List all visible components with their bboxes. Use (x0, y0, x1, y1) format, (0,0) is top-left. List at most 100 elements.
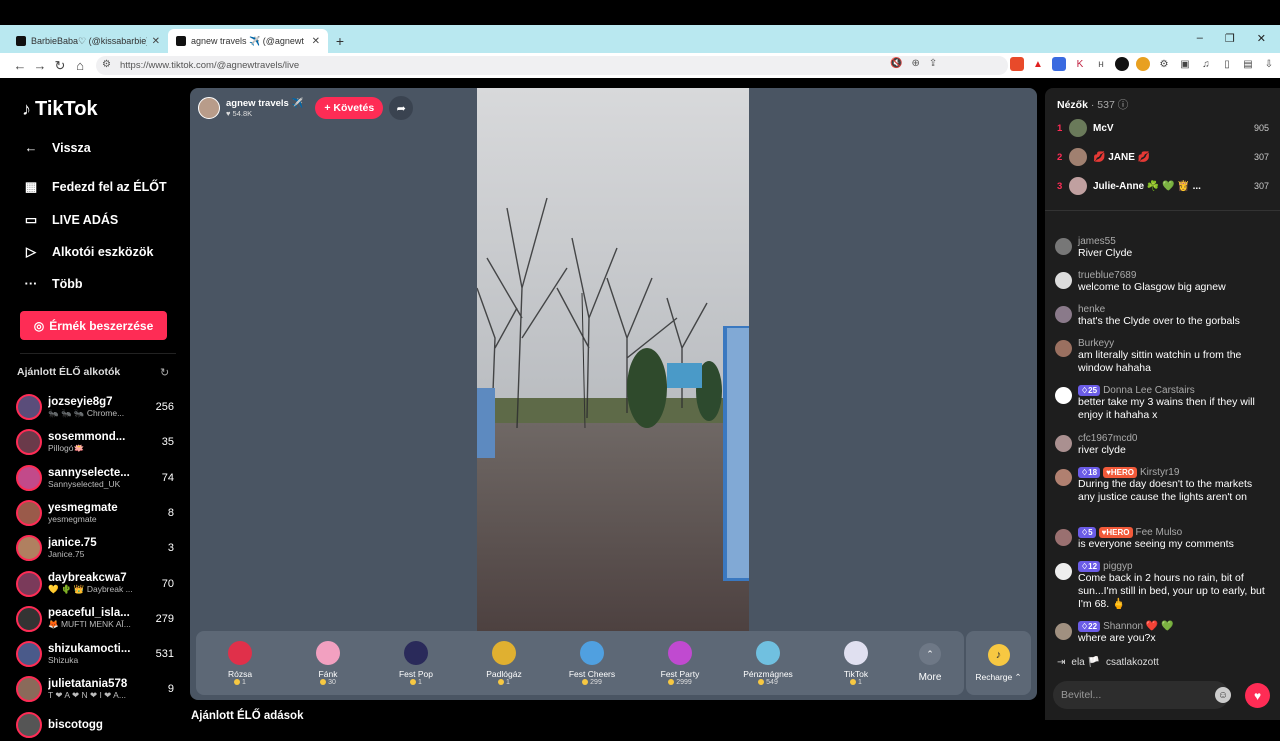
live-video[interactable] (477, 88, 749, 631)
recommended-creator[interactable]: jozseyie8g7 🐜 🐜 🐜 Chrome... 256 (16, 391, 174, 423)
chat-comment[interactable]: ♢ 22 Shannon ❤️ 💚 where are you?x (1055, 621, 1271, 645)
wallet-icon[interactable]: ▤ (1241, 57, 1255, 71)
brave-shield-icon[interactable] (1010, 57, 1024, 71)
gift-item[interactable]: Pénzmágnes 549 (724, 640, 812, 686)
recommended-creator[interactable]: shizukamocti... Shizuka 531 (16, 638, 174, 670)
commenter-name[interactable]: henke (1078, 304, 1105, 315)
gift-item[interactable]: Rózsa 1 (196, 640, 284, 686)
top-viewer[interactable]: 3 Julie-Anne ☘️ 💚 👸 ... 307 (1057, 175, 1269, 197)
commenter-name[interactable]: cfc1967mcd0 (1078, 433, 1137, 444)
share-icon[interactable]: ➦ (389, 96, 414, 120)
extension-dark-icon[interactable] (1115, 57, 1129, 71)
recommended-creator[interactable]: julietatania578 T ❤ A ❤ N ❤ I ❤ A... 9 (16, 673, 174, 705)
host-name[interactable]: agnew travels ✈️ (226, 98, 303, 109)
commenter-name[interactable]: james55 (1078, 236, 1116, 247)
minimize-icon[interactable]: – (1197, 32, 1203, 44)
gift-item[interactable]: Fest Pop 1 (372, 640, 460, 686)
host-avatar[interactable] (198, 97, 220, 119)
comment-body: james55 River Clyde (1078, 236, 1271, 260)
chat-comment[interactable]: james55 River Clyde (1055, 236, 1271, 260)
recommended-creator[interactable]: daybreakcwa7 💛 🌵 👑 Daybreak ... 70 (16, 568, 174, 600)
commenter-name[interactable]: piggyp (1103, 561, 1132, 572)
commenter-name[interactable]: Burkeyy (1078, 338, 1114, 349)
comment-input[interactable]: Bevitel... ☺ (1053, 681, 1231, 709)
screenshot-icon[interactable]: ▣ (1178, 57, 1192, 71)
more-gifts-button[interactable]: ⌃ More (900, 643, 960, 683)
rewards-icon[interactable]: ▲ (1031, 57, 1045, 71)
puzzle-icon[interactable]: ⚙ (1157, 57, 1171, 71)
recommended-creator[interactable]: janice.75 Janice.75 3 (16, 532, 174, 564)
recommended-creator[interactable]: yesmegmate yesmegmate 8 (16, 497, 174, 529)
top-viewer[interactable]: 2 💋 JANE 💋 307 (1057, 146, 1269, 168)
emoji-icon[interactable]: ☺ (1215, 687, 1231, 703)
nav-label: Alkotói eszközök (52, 245, 154, 259)
commenter-name[interactable]: Kirstyr19 (1140, 467, 1179, 478)
download-icon[interactable]: ⇩ (1262, 57, 1276, 71)
commenter-name[interactable]: Donna Lee Carstairs (1103, 385, 1195, 396)
like-heart-button[interactable]: ♥ (1245, 683, 1270, 708)
share-page-icon[interactable]: ⇪ (929, 58, 937, 69)
gift-item[interactable]: Fánk 30 (284, 640, 372, 686)
nav-creator-tools[interactable]: ▷ Alkotói eszközök (22, 244, 182, 260)
bookmark-icon[interactable]: ⌂ (70, 58, 90, 73)
info-icon[interactable]: ⓘ (1118, 99, 1129, 111)
gift-item[interactable]: Fest Party 2999 (636, 640, 724, 686)
top-viewer[interactable]: 1 McV 905 (1057, 117, 1269, 139)
tiktok-logo[interactable]: ♪ TikTok (22, 98, 98, 121)
commenter-name[interactable]: Fee Mulso (1136, 527, 1183, 538)
close-icon[interactable]: ✕ (312, 36, 320, 47)
follow-button[interactable]: + Követés (315, 97, 384, 119)
chat-comment[interactable]: trueblue7689 welcome to Glasgow big agnew (1055, 270, 1271, 294)
tab-barbiebaba[interactable]: BarbieBaba♡ (@kissabarbie) ÉLŐ a ✕ (8, 29, 168, 53)
commenter-name[interactable]: trueblue7689 (1078, 270, 1136, 281)
refresh-icon[interactable]: ↻ (160, 366, 169, 379)
recommended-creator[interactable]: peaceful_isla... 🦊 MUFTI MENK AĪ... 279 (16, 603, 174, 635)
gift-price: 549 (758, 679, 778, 686)
mute-icon[interactable]: 🔇 (890, 58, 902, 69)
back-arrow-icon[interactable]: ← (10, 58, 30, 73)
coin-icon (668, 679, 675, 685)
coin-icon (234, 679, 241, 685)
tab-agnew-travels[interactable]: agnew travels ✈️ (@agnewt ✕ (168, 29, 328, 53)
chat-comment[interactable]: ♢ 5 ♥ HERO Fee Mulso is everyone seeing my co… (1055, 527, 1271, 551)
commenter-name[interactable]: Shannon ❤️ 💚 (1103, 621, 1174, 632)
nav-more[interactable]: ··· Több (22, 276, 182, 291)
chat-comment[interactable]: ♢ 25 Donna Lee Carstairs better take my 3 w… (1055, 385, 1271, 422)
close-window-icon[interactable]: ✕ (1257, 32, 1266, 45)
site-settings-icon[interactable]: ⚙ (102, 59, 111, 70)
extension-k-icon[interactable]: K (1073, 57, 1087, 71)
translate-icon[interactable] (1052, 57, 1066, 71)
url-field[interactable]: ⚙ https://www.tiktok.com/@agnewtravels/l… (96, 56, 1008, 75)
music-icon[interactable]: ♫ (1199, 57, 1213, 71)
new-tab-button[interactable]: + (328, 29, 352, 53)
sidebar-toggle-icon[interactable]: ▯ (1220, 57, 1234, 71)
recommended-creator[interactable]: sosemmond... Pillogó🪷 35 (16, 426, 174, 458)
back-link[interactable]: ← Vissza (22, 140, 182, 155)
gift-item[interactable]: Fest Cheers 299 (548, 640, 636, 686)
chat-comment[interactable]: Burkeyy am literally sittin watchin u fro… (1055, 338, 1271, 375)
chat-comment[interactable]: ♢ 18 ♥ HERO Kirstyr19 During the day doesn't … (1055, 467, 1271, 504)
chat-comment[interactable]: ♢ 12 piggyp Come back in 2 hours no rain, b… (1055, 561, 1271, 611)
creator-subtitle: Shizuka (48, 655, 79, 666)
chat-comment[interactable]: cfc1967mcd0 river clyde (1055, 433, 1271, 457)
recharge-button[interactable]: ♪ Recharge ⌃ (966, 631, 1031, 695)
maximize-icon[interactable]: ❐ (1225, 32, 1235, 45)
comment-header: james55 (1078, 236, 1271, 247)
forward-arrow-icon[interactable]: → (30, 58, 50, 73)
commenter-avatar (1055, 272, 1072, 289)
recommended-creator[interactable]: sannyselecte... Sannyselected_UK 74 (16, 462, 174, 494)
zoom-icon[interactable]: ⊕ (911, 58, 919, 69)
nav-explore-live[interactable]: ▦ Fedezd fel az ÉLŐT (22, 179, 182, 195)
nav-go-live[interactable]: ▭ LIVE ADÁS (22, 212, 182, 228)
comment-text: River Clyde (1078, 247, 1133, 259)
chat-comment[interactable]: henke that's the Clyde over to the gorbal… (1055, 304, 1271, 328)
gift-item[interactable]: TikTok 1 (812, 640, 900, 686)
gift-item[interactable]: Padlógáz 1 (460, 640, 548, 686)
recommended-creator[interactable]: biscotogg (16, 709, 174, 741)
comment-body: cfc1967mcd0 river clyde (1078, 433, 1271, 457)
extension-color-icon[interactable] (1136, 57, 1150, 71)
reload-icon[interactable]: ↻ (50, 58, 70, 74)
close-icon[interactable]: ✕ (152, 36, 160, 47)
get-coins-button[interactable]: ◎ Érmék beszerzése (20, 311, 167, 340)
hls-icon[interactable]: ʜ (1094, 57, 1108, 71)
